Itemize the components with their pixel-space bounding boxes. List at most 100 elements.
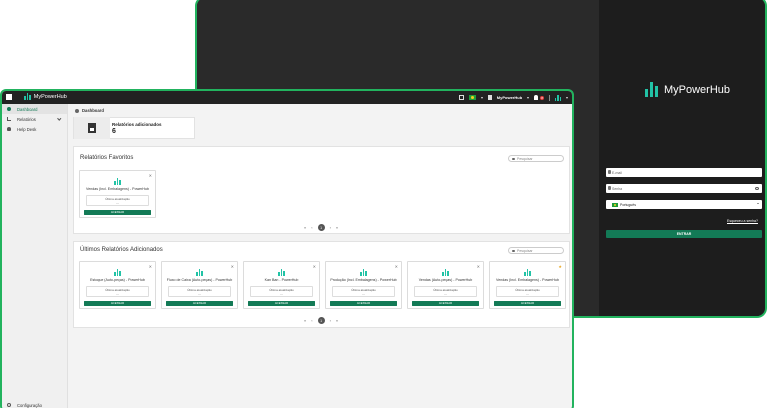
lock-icon [608, 186, 611, 190]
access-report-button[interactable]: ACESSAR [84, 301, 151, 306]
last-update-value: --- [116, 292, 119, 296]
last-update-box: Última atualização --- [496, 286, 559, 297]
gear-icon [7, 403, 11, 407]
email-field[interactable]: E-mail [606, 168, 762, 177]
app-brand-name: MyPowerHub [33, 93, 67, 100]
last-update-label: Última atualização [351, 287, 376, 292]
last-update-value: --- [116, 201, 119, 205]
report-chart-icon [524, 269, 531, 276]
last-update-value: --- [444, 292, 447, 296]
report-chart-icon [278, 269, 285, 276]
first-page-icon[interactable]: « [304, 225, 306, 230]
favorite-star-icon[interactable]: ✕ [395, 264, 398, 269]
search-icon [512, 249, 515, 253]
favorites-search-input[interactable]: Pesquisar [508, 155, 564, 162]
last-update-label: Última atualização [105, 196, 130, 201]
access-report-button[interactable]: ACESSAR [166, 301, 233, 306]
report-name: Vendas (Incl. Embalagens) - PowerHub [496, 278, 559, 282]
screen: MyPowerHub E-mail Senha Português Esquec… [0, 0, 768, 408]
password-placeholder: Senha [612, 186, 623, 191]
sidebar: Dashboard Relatórios Help Desk Configura… [2, 104, 68, 408]
chevron-down-icon[interactable] [566, 96, 568, 99]
chevron-down-icon[interactable] [480, 96, 483, 99]
bell-icon[interactable] [534, 95, 539, 100]
sidebar-item-label: Dashboard [17, 106, 38, 112]
logo-bars-icon [645, 82, 658, 97]
last-update-box: Última atualização --- [332, 286, 395, 297]
main-content: Dashboard Relatórios adicionados 6 Relat… [69, 104, 572, 408]
login-logo: MyPowerHub [645, 82, 730, 97]
report-card: ★ Vendas (Incl. Embalagens) - PowerHub Ú… [489, 261, 566, 309]
current-page[interactable]: 1 [317, 224, 325, 231]
kpi-title: Relatórios adicionados [112, 121, 162, 127]
last-update-label: Última atualização [433, 287, 458, 292]
report-document-icon [88, 123, 96, 133]
language-select[interactable]: Português [606, 200, 762, 209]
kpi-value: 6 [112, 127, 116, 135]
report-card: ✕ Kan Ban - PowerHub Última atualização … [243, 261, 320, 309]
first-page-icon[interactable]: « [304, 318, 306, 323]
recent-search-input[interactable]: Pesquisar [508, 247, 564, 254]
access-report-button[interactable]: ACESSAR [494, 301, 561, 306]
workspace-icon [487, 95, 492, 100]
favorite-star-icon[interactable]: ✕ [477, 264, 480, 269]
prev-page-icon[interactable]: ‹ [311, 225, 312, 230]
access-report-button[interactable]: ACESSAR [412, 301, 479, 306]
last-update-label: Última atualização [187, 287, 212, 292]
recent-reports-section: Últimos Relatórios Adicionados Pesquisar… [73, 241, 570, 328]
report-chart-icon [360, 269, 367, 276]
language-value: Português [620, 202, 636, 207]
access-report-button[interactable]: ACESSAR [84, 210, 151, 215]
sidebar-item-relatorios[interactable]: Relatórios [2, 114, 67, 124]
current-page[interactable]: 1 [317, 317, 325, 324]
workspace-name[interactable]: MyPowerHub [497, 95, 522, 100]
user-icon [7, 127, 11, 131]
section-title: Relatórios Favoritos [80, 155, 134, 161]
page-title: Dashboard [82, 108, 104, 113]
access-report-button[interactable]: ACESSAR [330, 301, 397, 306]
dashboard-window: MyPowerHub MyPowerHub 8 Dashboard Relató… [0, 89, 574, 408]
kpi-card: Relatórios adicionados 6 [73, 117, 195, 139]
show-password-icon[interactable] [755, 187, 759, 190]
next-page-icon[interactable]: › [330, 318, 331, 323]
report-card: ✕ Vendas (Incl. Embalagens) - PowerHub Ú… [79, 170, 156, 218]
report-name: Produção (Incl. Embalagens) - PowerHub [330, 278, 397, 282]
chevron-down-icon[interactable] [527, 96, 530, 99]
access-report-button[interactable]: ACESSAR [248, 301, 315, 306]
last-page-icon[interactable]: » [336, 225, 338, 230]
favorite-star-icon[interactable]: ✕ [313, 264, 316, 269]
report-name: Kan Ban - PowerHub [264, 278, 299, 282]
sidebar-item-help-desk[interactable]: Help Desk [2, 124, 67, 134]
report-card: ✕ Vendas (Auto-peças) - PowerHub Última … [407, 261, 484, 309]
kpi-icon-box [74, 117, 110, 139]
report-name: Vendas (Incl. Embalagens) - PowerHub [86, 187, 149, 191]
favorite-star-icon[interactable]: ✕ [231, 264, 234, 269]
last-update-value: --- [526, 292, 529, 296]
top-bar: MyPowerHub MyPowerHub 8 [2, 91, 572, 104]
favorite-star-icon[interactable]: ✕ [149, 264, 152, 269]
last-update-value: --- [198, 292, 201, 296]
sidebar-item-settings[interactable]: Configuração [2, 400, 67, 408]
app-logo[interactable]: MyPowerHub [24, 93, 67, 100]
last-update-value: --- [280, 292, 283, 296]
last-page-icon[interactable]: » [336, 318, 338, 323]
brazil-flag-icon[interactable] [468, 95, 476, 100]
last-update-box: Última atualização --- [86, 286, 149, 297]
login-submit-button[interactable]: ENTRAR [606, 230, 762, 238]
favorite-star-icon[interactable]: ★ [558, 264, 562, 269]
prev-page-icon[interactable]: ‹ [311, 318, 312, 323]
next-page-icon[interactable]: › [330, 225, 331, 230]
last-update-label: Última atualização [269, 287, 294, 292]
last-update-label: Última atualização [105, 287, 130, 292]
forgot-password-link[interactable]: Esqueceu a senha? [727, 219, 758, 223]
user-logo-icon[interactable] [554, 94, 561, 101]
fullscreen-icon[interactable] [458, 95, 464, 100]
sidebar-item-dashboard[interactable]: Dashboard [2, 104, 67, 114]
report-chart-icon [114, 178, 121, 185]
password-field[interactable]: Senha [606, 184, 762, 193]
report-card: ✕ Fluxo de Caixa (Auto-peças) - PowerHub… [161, 261, 238, 309]
apps-grid-icon[interactable] [6, 94, 12, 100]
last-update-box: Última atualização --- [250, 286, 313, 297]
report-name: Vendas (Auto-peças) - PowerHub [418, 278, 473, 282]
favorite-star-icon[interactable]: ✕ [149, 173, 152, 178]
